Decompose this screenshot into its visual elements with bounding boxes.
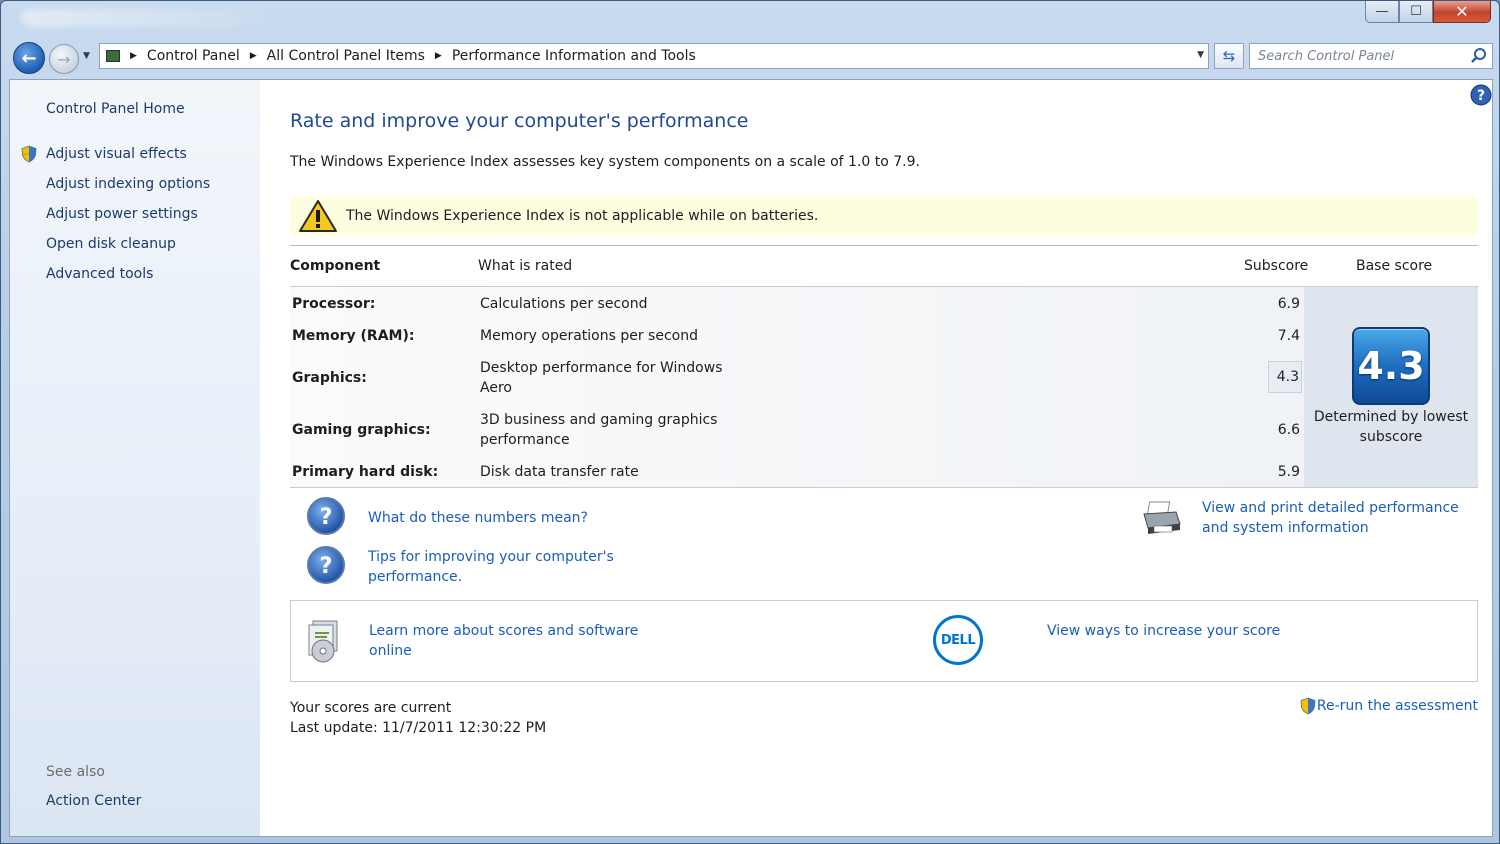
see-also-heading: See also <box>46 764 105 780</box>
row-subscore: 6.9 <box>1277 296 1300 312</box>
breadcrumb-all-items[interactable]: All Control Panel Items <box>267 48 425 64</box>
back-arrow-icon: ← <box>21 47 37 69</box>
navigation-bar: ← → ▼ ▶ Control Panel ▶ All Control Pane… <box>9 39 1493 75</box>
row-subscore: 5.9 <box>1277 464 1300 480</box>
main-panel: ? Rate and improve your computer's perfo… <box>260 80 1492 836</box>
svg-text:?: ? <box>1477 88 1485 104</box>
warning-text: The Windows Experience Index is not appl… <box>346 208 819 224</box>
minimize-button[interactable]: — <box>1365 1 1399 23</box>
sidebar-adjust-indexing-options[interactable]: Adjust indexing options <box>46 176 210 192</box>
control-panel-icon <box>106 50 120 62</box>
back-button[interactable]: ← <box>13 42 45 74</box>
search-box[interactable] <box>1249 43 1493 69</box>
title-bar: — ☐ ✕ <box>1 1 1499 37</box>
maximize-button[interactable]: ☐ <box>1399 1 1433 23</box>
header-what-is-rated: What is rated <box>478 258 573 274</box>
header-base-score: Base score <box>1356 258 1433 274</box>
header-subscore: Subscore <box>1244 258 1309 274</box>
row-what-is-rated: Calculations per second <box>480 296 648 312</box>
row-what-is-rated: Memory operations per second <box>480 328 698 344</box>
row-subscore-lowest: 4.3 <box>1268 361 1302 393</box>
link-view-print-details[interactable]: View and print detailed performance and … <box>1202 498 1484 538</box>
sidebar: Control Panel Home Adjust visual effects… <box>10 80 260 836</box>
row-what-is-rated: Disk data transfer rate <box>480 464 639 480</box>
breadcrumb-control-panel[interactable]: Control Panel <box>147 48 240 64</box>
address-dropdown-icon[interactable]: ▼ <box>1197 50 1204 60</box>
page-title: Rate and improve your computer's perform… <box>290 110 749 132</box>
forward-button[interactable]: → <box>49 44 79 74</box>
score-status: Your scores are current Last update: 11/… <box>290 698 546 738</box>
battery-warning-bar: The Windows Experience Index is not appl… <box>290 196 1478 236</box>
uac-shield-icon <box>21 145 37 163</box>
link-tips-improving-performance[interactable]: Tips for improving your computer's perfo… <box>368 547 628 587</box>
intro-text: The Windows Experience Index assesses ke… <box>290 154 920 170</box>
search-icon[interactable] <box>1470 47 1488 65</box>
sidebar-advanced-tools[interactable]: Advanced tools <box>46 266 153 282</box>
recent-pages-dropdown[interactable]: ▼ <box>83 51 90 61</box>
breadcrumb-performance[interactable]: Performance Information and Tools <box>452 48 696 64</box>
link-what-do-numbers-mean[interactable]: What do these numbers mean? <box>368 508 588 528</box>
refresh-button[interactable]: ⇆ <box>1214 43 1244 69</box>
question-mark-icon: ? <box>307 546 345 584</box>
row-component: Primary hard disk: <box>292 464 439 480</box>
chevron-right-icon[interactable]: ▶ <box>250 51 257 61</box>
software-disc-icon <box>308 620 338 663</box>
row-what-is-rated: 3D business and gaming graphics performa… <box>480 412 718 448</box>
chevron-right-icon[interactable]: ▶ <box>435 51 442 61</box>
sidebar-open-disk-cleanup[interactable]: Open disk cleanup <box>46 236 176 252</box>
warning-icon <box>299 200 337 232</box>
row-component: Gaming graphics: <box>292 422 431 438</box>
row-component: Graphics: <box>292 370 367 386</box>
window-controls: — ☐ ✕ <box>1365 1 1491 23</box>
last-update-text: Last update: 11/7/2011 12:30:22 PM <box>290 720 547 736</box>
divider <box>290 245 1478 246</box>
sidebar-adjust-visual-effects[interactable]: Adjust visual effects <box>46 146 187 162</box>
chevron-right-icon[interactable]: ▶ <box>130 51 137 61</box>
help-icon[interactable]: ? <box>1470 84 1492 106</box>
row-subscore: 7.4 <box>1277 328 1300 344</box>
forward-arrow-icon: → <box>57 49 71 69</box>
uac-shield-icon <box>1300 697 1316 715</box>
rerun-assessment[interactable]: Re-run the assessment <box>1299 696 1478 716</box>
window: — ☐ ✕ ← → ▼ ▶ Control Panel ▶ All Contro… <box>0 0 1500 844</box>
link-increase-score[interactable]: View ways to increase your score <box>1047 621 1280 641</box>
header-component: Component <box>290 258 381 274</box>
sidebar-control-panel-home[interactable]: Control Panel Home <box>46 101 185 117</box>
svg-text:?: ? <box>320 505 333 530</box>
scores-current-text: Your scores are current <box>290 700 452 716</box>
sidebar-adjust-power-settings[interactable]: Adjust power settings <box>46 206 198 222</box>
link-rerun-assessment[interactable]: Re-run the assessment <box>1317 696 1478 716</box>
dell-logo: DELL <box>933 615 983 665</box>
row-what-is-rated: Desktop performance for Windows Aero <box>480 360 723 396</box>
sidebar-action-center[interactable]: Action Center <box>46 793 141 809</box>
svg-text:?: ? <box>320 554 333 579</box>
printer-icon <box>1143 501 1181 534</box>
refresh-icon: ⇆ <box>1222 47 1236 65</box>
search-input[interactable] <box>1258 48 1458 64</box>
window-title-blurred <box>21 9 271 27</box>
score-table: Processor: Calculations per second 6.9 M… <box>290 286 1478 488</box>
content-area: Control Panel Home Adjust visual effects… <box>9 79 1493 837</box>
oem-promo-box: Learn more about scores and software onl… <box>290 600 1478 682</box>
base-score-caption: Determined by lowest subscore <box>1313 409 1469 445</box>
row-component: Memory (RAM): <box>292 328 415 344</box>
row-component: Processor: <box>292 296 376 312</box>
question-mark-icon: ? <box>307 497 345 535</box>
link-learn-more-online[interactable]: Learn more about scores and software onl… <box>369 621 649 661</box>
address-bar[interactable]: ▶ Control Panel ▶ All Control Panel Item… <box>99 43 1209 69</box>
row-subscore: 6.6 <box>1277 422 1300 438</box>
base-score-badge: 4.3 <box>1352 327 1430 405</box>
close-button[interactable]: ✕ <box>1433 1 1491 23</box>
